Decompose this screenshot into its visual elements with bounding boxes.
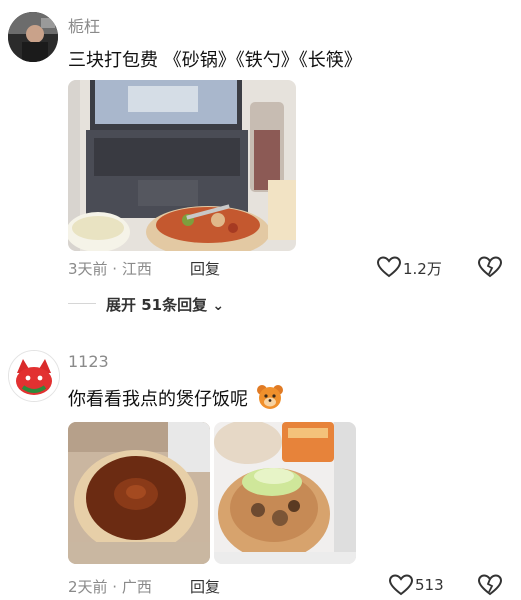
avatar[interactable] — [8, 350, 60, 402]
comment-photo-2[interactable] — [214, 422, 356, 564]
heart-outline-icon — [388, 574, 414, 596]
avatar-photo — [8, 12, 58, 62]
comment-item-2: 1123 你看看我点的煲仔饭呢 2天前 · 广西 回复 513 — [0, 340, 521, 596]
avatar[interactable] — [8, 12, 58, 62]
comment-time-location: 3天前 · 江西 — [68, 260, 152, 278]
avatar-cartoon-cat — [9, 351, 59, 401]
comment-text: 三块打包费 《砂锅》《铁勺》《长筷》 — [68, 50, 362, 71]
like-count: 513 — [415, 576, 444, 594]
expand-replies-label: 展开 51条回复 — [106, 296, 208, 314]
comment-text-content: 你看看我点的煲仔饭呢 — [68, 389, 248, 410]
username[interactable]: 栀枉 — [68, 13, 100, 37]
comment-text: 你看看我点的煲仔饭呢 — [68, 384, 284, 411]
broken-heart-icon — [477, 574, 503, 596]
like-button[interactable] — [388, 574, 414, 596]
username[interactable]: 1123 — [68, 352, 109, 371]
heart-outline-icon — [376, 256, 402, 278]
dislike-button[interactable] — [477, 574, 503, 596]
reply-button[interactable]: 回复 — [190, 258, 220, 279]
dislike-button[interactable] — [477, 256, 503, 278]
comment-item-1: 栀枉 三块打包费 《砂锅》《铁勺》《长筷》 3天前 · 江西 回复 1.2万 展… — [0, 0, 521, 330]
bear-face-emoji — [256, 385, 283, 409]
like-button[interactable] — [376, 256, 402, 278]
expand-divider — [68, 303, 96, 304]
comment-photo[interactable] — [68, 80, 296, 251]
like-count: 1.2万 — [403, 260, 442, 278]
comment-photo-1[interactable] — [68, 422, 210, 564]
chevron-down-icon: ⌄ — [212, 298, 225, 314]
expand-replies-button[interactable]: 展开 51条回复 ⌄ — [106, 294, 224, 315]
broken-heart-icon — [477, 256, 503, 278]
